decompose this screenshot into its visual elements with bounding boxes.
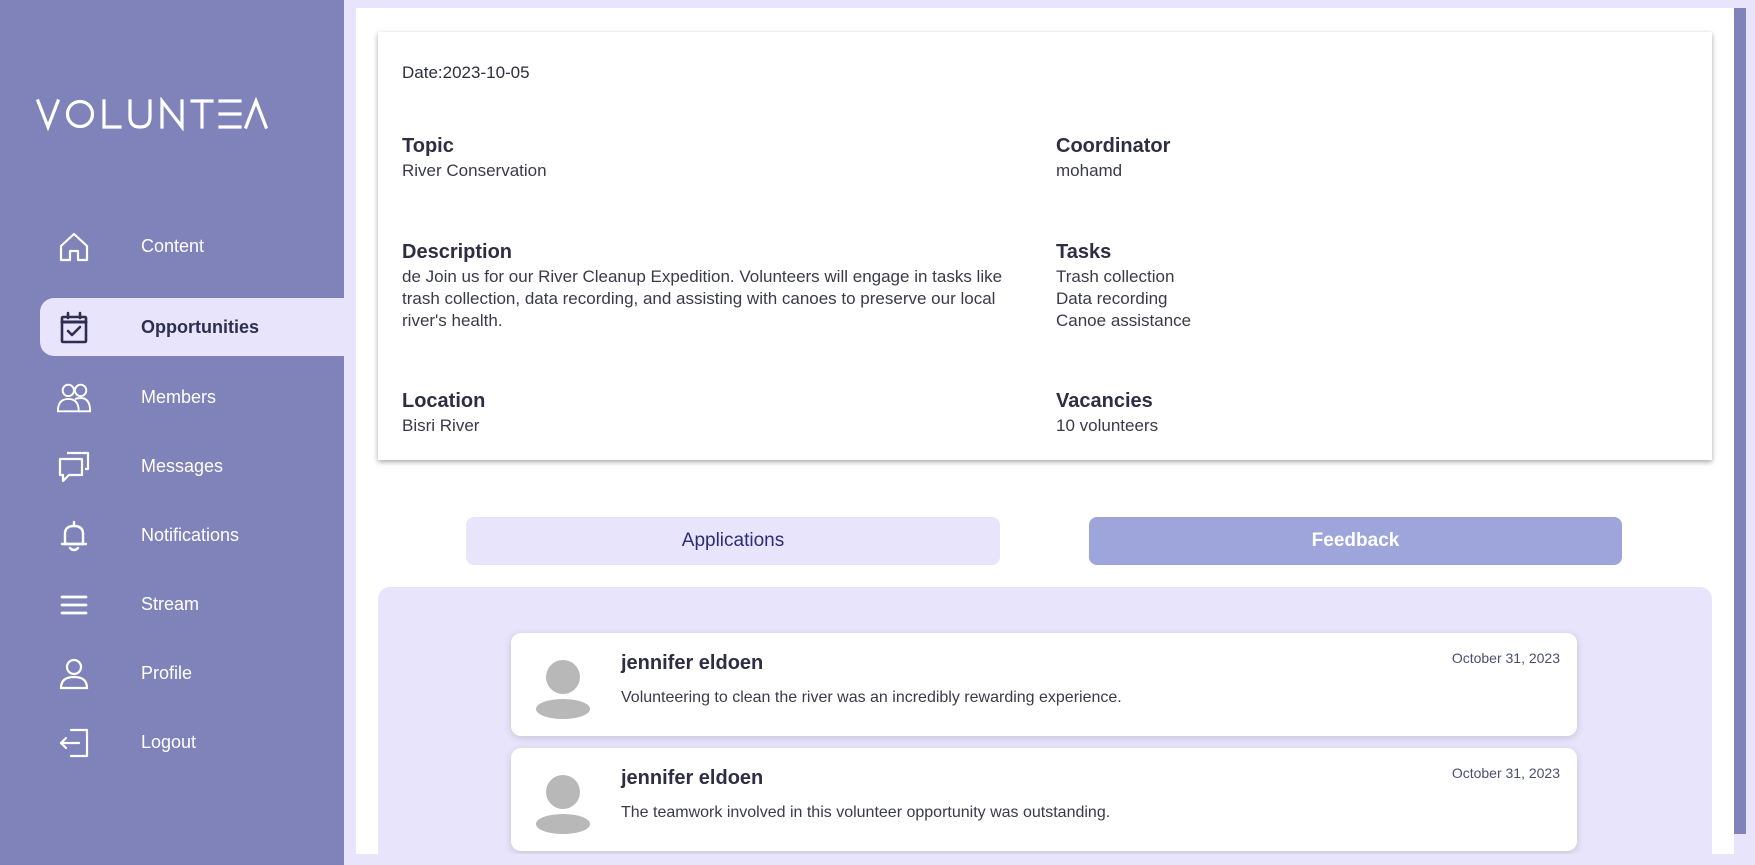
sidebar-item-content[interactable]: Content bbox=[40, 217, 344, 275]
location-field: Location Bisri River bbox=[402, 390, 1012, 437]
vacancies-value: 10 volunteers bbox=[1056, 416, 1159, 435]
coordinator-value: mohamd bbox=[1056, 161, 1123, 180]
tab-feedback[interactable]: Feedback bbox=[1089, 517, 1622, 565]
feedback-item: jennifer eldoen October 31, 2023 Volunte… bbox=[511, 633, 1577, 736]
description-title: Description bbox=[402, 241, 513, 263]
sidebar-item-label: Logout bbox=[141, 732, 197, 752]
topic-field: Topic River Conservation bbox=[402, 135, 1012, 182]
coordinator-title: Coordinator bbox=[1056, 135, 1171, 157]
sidebar-item-label: Members bbox=[141, 387, 217, 407]
feedback-date: October 31, 2023 bbox=[1451, 650, 1560, 666]
sidebar-item-logout[interactable]: Logout bbox=[40, 713, 344, 771]
bell-icon bbox=[56, 518, 92, 554]
feedback-author: jennifer eldoen bbox=[621, 652, 764, 674]
feedback-author: jennifer eldoen bbox=[621, 767, 764, 789]
tasks-title: Tasks bbox=[1056, 241, 1112, 263]
main-panel: Date:2023-10-05 Topic River Conservation… bbox=[356, 8, 1734, 854]
opportunity-details-card: Date:2023-10-05 Topic River Conservation… bbox=[378, 32, 1712, 460]
topic-title: Topic bbox=[402, 135, 454, 157]
sidebar-item-stream[interactable]: Stream bbox=[40, 575, 344, 633]
sidebar-item-label: Content bbox=[141, 236, 205, 256]
members-icon bbox=[56, 380, 92, 416]
avatar-icon bbox=[536, 660, 590, 719]
sidebar-item-messages[interactable]: Messages bbox=[40, 437, 344, 495]
vacancies-title: Vacancies bbox=[1056, 390, 1153, 412]
menu-lines-icon bbox=[56, 587, 92, 623]
description-value: de Join us for our River Cleanup Expedit… bbox=[402, 267, 1003, 330]
topic-value: River Conservation bbox=[402, 161, 547, 180]
sidebar-item-label: Profile bbox=[141, 663, 193, 683]
task-item: Data recording bbox=[1056, 289, 1168, 308]
sidebar: Content Opportunities Members Messages N… bbox=[0, 0, 344, 865]
task-item: Trash collection bbox=[1056, 267, 1175, 286]
avatar-icon bbox=[536, 775, 590, 834]
sidebar-item-members[interactable]: Members bbox=[40, 368, 344, 426]
feedback-list: jennifer eldoen October 31, 2023 Volunte… bbox=[378, 587, 1712, 854]
user-icon bbox=[56, 656, 92, 692]
vacancies-field: Vacancies 10 volunteers bbox=[1056, 390, 1666, 437]
feedback-text: The teamwork involved in this volunteer … bbox=[621, 804, 1111, 821]
location-value: Bisri River bbox=[402, 416, 480, 435]
sidebar-item-notifications[interactable]: Notifications bbox=[40, 506, 344, 564]
description-field: Description de Join us for our River Cle… bbox=[402, 241, 1022, 332]
sidebar-item-opportunities[interactable]: Opportunities bbox=[40, 298, 344, 356]
location-title: Location bbox=[402, 390, 486, 412]
sidebar-item-label: Stream bbox=[141, 594, 200, 614]
coordinator-field: Coordinator mohamd bbox=[1056, 135, 1666, 182]
sidebar-item-profile[interactable]: Profile bbox=[40, 644, 344, 702]
voluntea-logo bbox=[36, 97, 268, 131]
sidebar-item-label: Notifications bbox=[141, 525, 240, 545]
sidebar-item-label: Messages bbox=[141, 456, 224, 476]
task-item: Canoe assistance bbox=[1056, 311, 1192, 330]
logout-icon bbox=[56, 725, 92, 761]
home-icon bbox=[56, 229, 92, 265]
sidebar-item-label: Opportunities bbox=[141, 317, 259, 337]
opportunity-date: Date:2023-10-05 bbox=[402, 63, 530, 82]
tab-applications[interactable]: Applications bbox=[466, 517, 1000, 565]
feedback-item: jennifer eldoen October 31, 2023 The tea… bbox=[511, 748, 1577, 851]
feedback-date: October 31, 2023 bbox=[1451, 765, 1560, 781]
tasks-field: Tasks Trash collection Data recording Ca… bbox=[1056, 241, 1666, 332]
feedback-text: Volunteering to clean the river was an i… bbox=[621, 689, 1122, 706]
messages-icon bbox=[56, 449, 92, 485]
calendar-check-icon bbox=[56, 310, 92, 346]
scrollbar[interactable] bbox=[1734, 8, 1746, 834]
